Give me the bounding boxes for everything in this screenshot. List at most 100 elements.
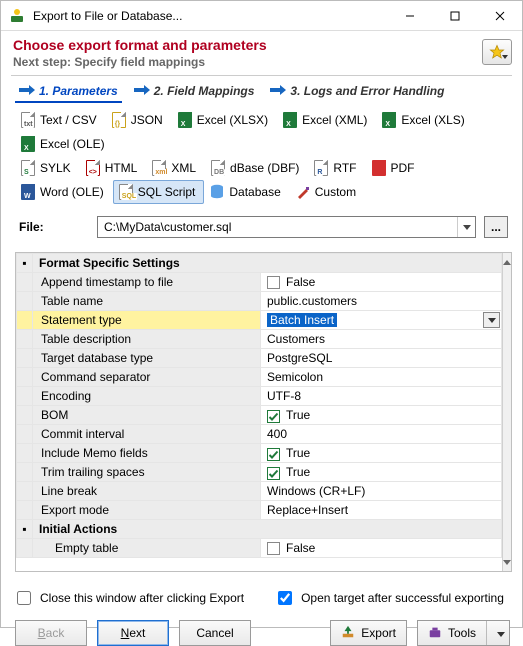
close-after-export-checkbox[interactable]: Close this window after clicking Export [13,588,244,608]
format-excel-ole-[interactable]: XExcel (OLE) [15,132,114,156]
prop-cell[interactable]: 400 [261,425,502,444]
prop-label: Export mode [33,501,261,520]
format-xml[interactable]: xml XML [146,156,205,180]
format-html[interactable]: <>HTML [80,156,147,180]
step-label: 1. Parameters [39,84,118,98]
format-custom[interactable]: Custom [290,180,365,204]
tools-button[interactable]: Tools [417,620,510,646]
prop-value: Customers [267,332,325,346]
file-label: File: [19,220,89,234]
next-button[interactable]: Next [97,620,169,646]
cancel-button[interactable]: Cancel [179,620,251,646]
xml-icon: xml [151,160,167,176]
button-row: Back Next Cancel Export Tools [1,608,522,646]
file-dropdown-icon[interactable] [457,217,475,237]
page-subheading: Next step: Specify field mappings [13,55,482,69]
maximize-button[interactable] [432,1,477,30]
format-label: Excel (XLS) [401,113,464,127]
format-toolbar: txtText / CSV{}JSONXExcel (XLSX)XExcel (… [1,104,522,206]
format-label: SQL Script [138,185,196,199]
prop-value: Replace+Insert [267,503,348,517]
prop-cell[interactable]: False [261,539,502,558]
prop-label: Statement type [33,311,261,330]
prop-cell[interactable]: True [261,406,502,425]
toolbox-icon [428,625,442,642]
prop-cell[interactable]: Customers [261,330,502,349]
prop-cell[interactable]: Replace+Insert [261,501,502,520]
file-input[interactable] [98,217,457,237]
next-label: ext [129,626,145,640]
database-icon [209,184,225,200]
prop-label: Empty table [33,539,261,558]
prop-cell[interactable]: True [261,463,502,482]
prop-cell[interactable]: PostgreSQL [261,349,502,368]
prop-cell[interactable]: Semicolon [261,368,502,387]
format-pdf[interactable]: PDF [366,156,424,180]
section-header: Format Specific Settings [33,254,502,273]
checkbox-icon [267,410,280,423]
arrow-right-icon [270,84,286,98]
footer-options: Close this window after clicking Export … [1,572,522,608]
prop-label: Trim trailing spaces [33,463,261,482]
titlebar: Export to File or Database... [1,1,522,31]
format-rtf[interactable]: RRTF [308,156,365,180]
word-ole--icon: W [20,184,36,200]
favorites-button[interactable] [482,39,512,65]
prop-cell[interactable]: False [261,273,502,292]
wizard-step[interactable]: 2. Field Mappings [130,82,259,100]
scrollbar[interactable] [502,253,511,571]
format-label: SYLK [40,161,71,175]
prop-value: 400 [267,427,287,441]
sql-script-icon: SQL [118,184,134,200]
wizard-step[interactable]: 1. Parameters [15,82,122,100]
export-button[interactable]: Export [330,620,407,646]
file-combo[interactable] [97,216,476,238]
window-buttons [387,1,522,30]
format-label: PDF [391,161,415,175]
format-sql-script[interactable]: SQL SQL Script [113,180,205,204]
file-browse-button[interactable]: ... [484,216,508,238]
format-excel-xml-[interactable]: XExcel (XML) [277,108,376,132]
minimize-button[interactable] [387,1,432,30]
format-label: Excel (XLSX) [197,113,268,127]
prop-cell[interactable]: Batch Insert [261,311,502,330]
prop-cell[interactable]: True [261,444,502,463]
format-excel-xls-[interactable]: XExcel (XLS) [376,108,473,132]
page-heading: Choose export format and parameters [13,37,482,53]
prop-label: Table name [33,292,261,311]
format-database[interactable]: Database [204,180,289,204]
format-text-csv[interactable]: txtText / CSV [15,108,106,132]
back-button[interactable]: Back [15,620,87,646]
format-label: Database [229,185,280,199]
format-sylk[interactable]: SSYLK [15,156,80,180]
dbase-dbf--icon: DB [210,160,226,176]
arrow-right-icon [19,84,35,98]
format-word-ole-[interactable]: WWord (OLE) [15,180,113,204]
format-label: XML [171,161,196,175]
scroll-up-icon[interactable] [503,253,511,271]
prop-cell[interactable]: Windows (CR+LF) [261,482,502,501]
format-json[interactable]: {}JSON [106,108,172,132]
format-label: Text / CSV [40,113,97,127]
wizard-steps: 1. Parameters 2. Field Mappings 3. Logs an… [1,76,522,104]
dropdown-button[interactable] [483,312,500,328]
open-target-label: Open target after successful exporting [301,591,504,605]
chevron-down-icon [497,626,505,640]
format-dbase-dbf-[interactable]: DBdBase (DBF) [205,156,308,180]
prop-cell[interactable]: public.customers [261,292,502,311]
json-icon: {} [111,112,127,128]
expander-icon[interactable]: ▪ [17,254,33,273]
rtf-icon: R [313,160,329,176]
app-icon [9,8,25,24]
prop-value: Batch Insert [267,313,337,327]
expander-icon[interactable]: ▪ [17,520,33,539]
close-button[interactable] [477,1,522,30]
wizard-step[interactable]: 3. Logs and Error Handling [266,82,448,100]
format-excel-xlsx-[interactable]: XExcel (XLSX) [172,108,277,132]
prop-cell[interactable]: UTF-8 [261,387,502,406]
open-target-checkbox[interactable]: Open target after successful exporting [274,588,504,608]
file-row: File: ... [1,206,522,238]
scroll-down-icon[interactable] [503,553,511,571]
step-label: 2. Field Mappings [154,84,255,98]
checkbox-icon [267,467,280,480]
